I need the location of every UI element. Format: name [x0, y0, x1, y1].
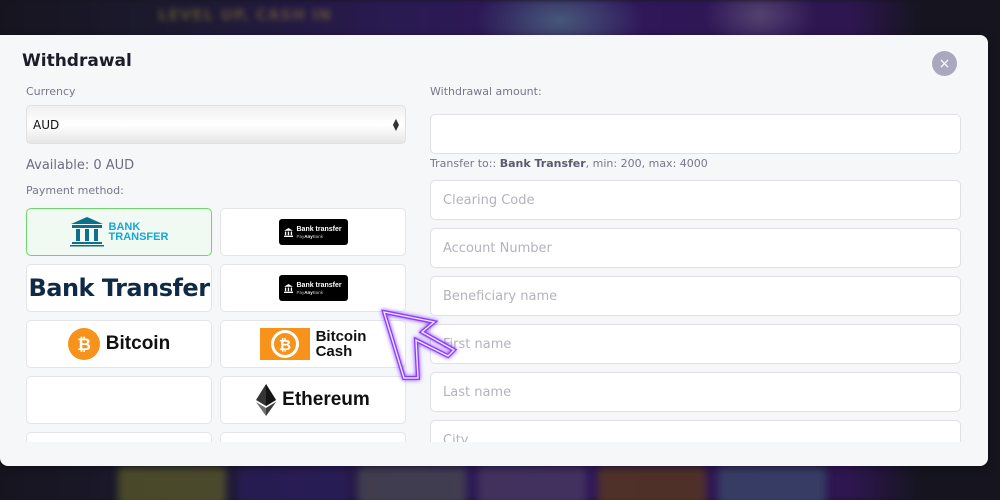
city-input[interactable] [430, 420, 961, 442]
beneficiary-name-input[interactable] [430, 276, 961, 316]
payment-method-empty[interactable] [26, 376, 212, 424]
payment-method-payanybank[interactable]: Bank transfer PayAnyBank [220, 208, 406, 256]
withdrawal-amount-label: Withdrawal amount: [430, 85, 542, 98]
payment-method-bank-transfer[interactable]: BANK TRANSFER [26, 208, 212, 256]
svg-text:₿: ₿ [278, 336, 290, 354]
payment-method-partial[interactable] [26, 432, 212, 442]
background-game-thumbnails [118, 466, 826, 500]
payanybank-subtitle: PayAnyBank [296, 233, 324, 239]
close-icon: × [938, 55, 951, 72]
bitcoin-icon: ₿ [67, 328, 100, 360]
modal-title: Withdrawal [22, 51, 132, 71]
right-column: Withdrawal amount: Transfer to:: Bank Tr… [430, 85, 961, 442]
payment-method-partial[interactable] [220, 432, 406, 442]
payanybank-title: Bank transfer [296, 225, 342, 233]
bitcoin-label: Bitcoin [105, 333, 171, 354]
bank-icon [283, 283, 293, 293]
game-thumbnail [118, 466, 226, 500]
game-thumbnail [358, 466, 466, 500]
payment-method-bitcoin-cash[interactable]: ₿ Bitcoin Cash [220, 320, 406, 368]
background-banner-text: LEVEL UP, CASH IN [158, 6, 333, 24]
payment-methods-grid: BANK TRANSFER Bank transfer PayAnyBank B… [26, 208, 406, 442]
select-arrows-icon: ▲ ▼ [392, 116, 399, 132]
close-button[interactable]: × [932, 51, 957, 76]
payment-method-bank-transfer-alt[interactable]: Bank Transfer [26, 264, 212, 312]
clearing-code-input[interactable] [430, 180, 961, 220]
game-thumbnail [238, 466, 346, 500]
ethereum-icon [256, 384, 277, 416]
account-number-input[interactable] [430, 228, 961, 268]
game-thumbnail [718, 466, 826, 500]
game-thumbnail [478, 466, 586, 500]
payment-method-ethereum[interactable]: Ethereum [220, 376, 406, 424]
last-name-input[interactable] [430, 372, 961, 412]
bitcoin-cash-icon: ₿ [259, 328, 310, 360]
currency-label: Currency [26, 85, 76, 98]
bank-transfer-wordmark: Bank Transfer [28, 274, 210, 302]
withdrawal-modal: Withdrawal × Currency AUD ▲ ▼ Available: … [0, 35, 988, 466]
bitcoin-cash-line1: Bitcoin [315, 328, 367, 345]
bank-building-icon [69, 217, 104, 247]
payment-method-bitcoin[interactable]: ₿ Bitcoin [26, 320, 212, 368]
bank-icon [283, 227, 293, 237]
bank-logo-line2: TRANSFER [108, 231, 169, 243]
payment-method-label: Payment method: [26, 184, 124, 197]
bank-details-fields [430, 180, 961, 442]
withdrawal-amount-input[interactable] [430, 114, 961, 154]
svg-text:₿: ₿ [77, 335, 91, 355]
currency-value: AUD [33, 117, 60, 132]
left-column: Currency AUD ▲ ▼ Available: 0 AUD Payment… [26, 85, 406, 442]
payanybank-title: Bank transfer [296, 281, 342, 289]
bitcoin-cash-line2: Cash [315, 343, 353, 360]
first-name-input[interactable] [430, 324, 961, 364]
payanybank-subtitle: PayAnyBank [296, 289, 324, 295]
available-balance: Available: 0 AUD [26, 158, 135, 173]
ethereum-label: Ethereum [282, 389, 370, 410]
transfer-hint: Transfer to:: Bank Transfer, min: 200, m… [430, 157, 708, 170]
currency-select[interactable]: AUD ▲ ▼ [26, 105, 406, 144]
payment-method-payanybank-2[interactable]: Bank transfer PayAnyBank [220, 264, 406, 312]
game-thumbnail [598, 466, 706, 500]
